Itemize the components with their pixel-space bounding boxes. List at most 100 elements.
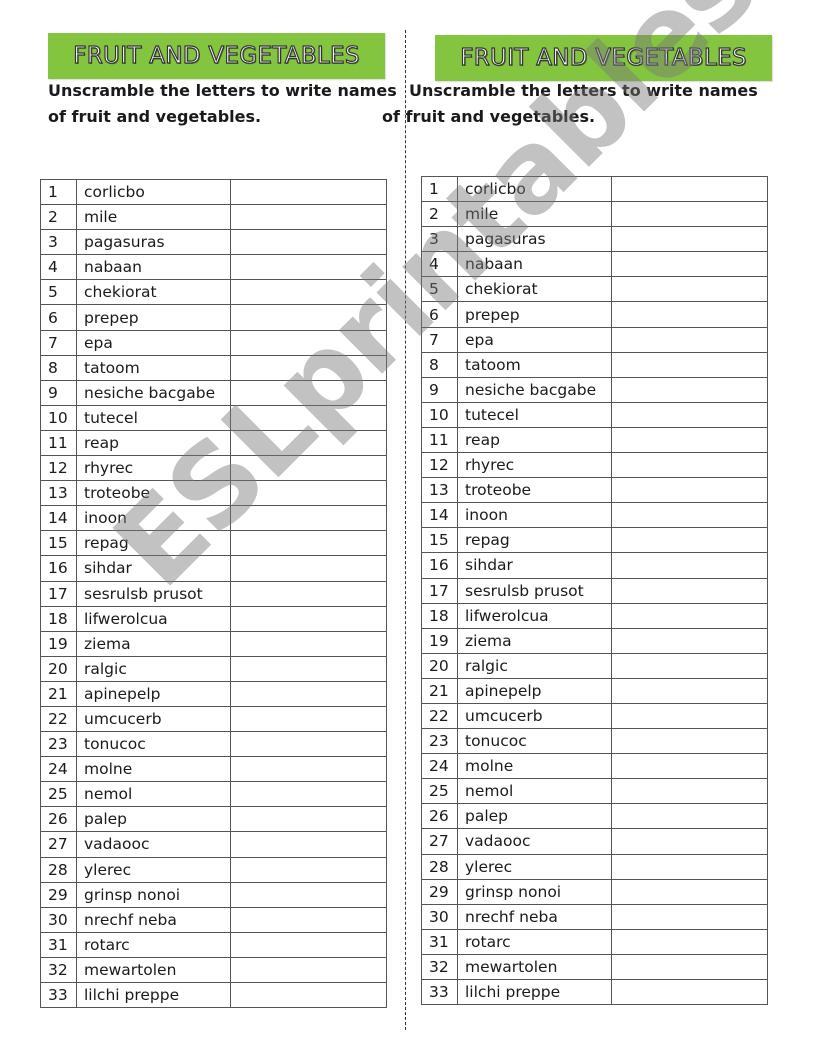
scrambled-word: epa	[457, 326, 612, 353]
scrambled-word: tutecel	[457, 401, 612, 428]
scrambled-word: tutecel	[76, 404, 231, 431]
answer-cell[interactable]	[230, 229, 387, 256]
answer-cell[interactable]	[230, 806, 387, 833]
answer-cell[interactable]	[611, 452, 768, 479]
answer-cell[interactable]	[230, 379, 387, 406]
item-number: 33	[421, 978, 458, 1006]
table-row: 8 tatoom	[421, 351, 768, 378]
answer-cell[interactable]	[611, 928, 768, 955]
answer-cell[interactable]	[611, 376, 768, 403]
scrambled-word: tatoom	[76, 354, 231, 381]
answer-cell[interactable]	[230, 304, 387, 331]
answer-cell[interactable]	[230, 981, 387, 1009]
answer-cell[interactable]	[230, 530, 387, 557]
table-row: 31 rotarc	[421, 928, 768, 955]
answer-cell[interactable]	[230, 731, 387, 758]
answer-cell[interactable]	[230, 856, 387, 883]
answer-cell[interactable]	[230, 605, 387, 632]
answer-cell[interactable]	[611, 602, 768, 629]
answer-cell[interactable]	[611, 803, 768, 830]
answer-cell[interactable]	[611, 426, 768, 454]
item-number: 6	[421, 301, 458, 328]
item-number: 4	[421, 251, 458, 278]
item-number: 10	[40, 404, 77, 431]
scrambled-word: rotarc	[76, 931, 231, 958]
word-table-left: 1 corlicbo 2 mile 3 pagasuras 4 nabaan 5 chekiora…	[40, 178, 387, 1009]
item-number: 12	[40, 455, 77, 482]
answer-cell[interactable]	[230, 781, 387, 808]
answer-cell[interactable]	[611, 778, 768, 805]
answer-cell[interactable]	[230, 881, 387, 908]
scrambled-word: prepep	[457, 301, 612, 328]
answer-cell[interactable]	[230, 956, 387, 984]
answer-cell[interactable]	[230, 480, 387, 507]
answer-cell[interactable]	[230, 204, 387, 231]
answer-cell[interactable]	[230, 404, 387, 431]
answer-cell[interactable]	[230, 178, 387, 206]
answer-cell[interactable]	[611, 677, 768, 704]
answer-cell[interactable]	[611, 552, 768, 579]
answer-cell[interactable]	[611, 251, 768, 278]
answer-cell[interactable]	[611, 577, 768, 604]
answer-cell[interactable]	[611, 728, 768, 755]
answer-cell[interactable]	[230, 505, 387, 532]
answer-cell[interactable]	[611, 276, 768, 303]
answer-cell[interactable]	[611, 477, 768, 504]
answer-cell[interactable]	[611, 853, 768, 880]
item-number: 17	[40, 580, 77, 607]
answer-cell[interactable]	[230, 705, 387, 733]
scrambled-word: prepep	[76, 304, 231, 331]
answer-cell[interactable]	[230, 580, 387, 607]
answer-cell[interactable]	[230, 680, 387, 707]
answer-cell[interactable]	[611, 878, 768, 905]
answer-cell[interactable]	[230, 831, 387, 858]
answer-cell[interactable]	[230, 931, 387, 958]
scrambled-word: lifwerolcua	[76, 605, 231, 632]
answer-cell[interactable]	[611, 978, 768, 1006]
scrambled-word: nesiche bacgabe	[76, 379, 231, 406]
scrambled-word: mewartolen	[76, 956, 231, 984]
answer-cell[interactable]	[230, 756, 387, 783]
answer-cell[interactable]	[611, 702, 768, 730]
answer-cell[interactable]	[611, 527, 768, 554]
scrambled-word: corlicbo	[76, 178, 231, 206]
answer-cell[interactable]	[611, 502, 768, 529]
scrambled-word: umcucerb	[457, 702, 612, 730]
answer-cell[interactable]	[611, 828, 768, 855]
answer-cell[interactable]	[230, 329, 387, 356]
answer-cell[interactable]	[230, 455, 387, 482]
answer-cell[interactable]	[611, 226, 768, 253]
answer-cell[interactable]	[230, 279, 387, 306]
instruction-line-1: Unscramble the letters to write names	[409, 81, 758, 100]
scrambled-word: grinsp nonoi	[457, 878, 612, 905]
answer-cell[interactable]	[611, 351, 768, 378]
answer-cell[interactable]	[230, 655, 387, 682]
answer-cell[interactable]	[230, 429, 387, 457]
answer-cell[interactable]	[230, 555, 387, 582]
answer-cell[interactable]	[230, 354, 387, 381]
item-number: 4	[40, 254, 77, 281]
scrambled-word: pagasuras	[457, 226, 612, 253]
answer-cell[interactable]	[611, 175, 768, 203]
item-number: 13	[40, 480, 77, 507]
scrambled-word: nrechf neba	[457, 903, 612, 930]
answer-cell[interactable]	[611, 201, 768, 228]
item-number: 1	[421, 175, 458, 203]
answer-cell[interactable]	[230, 906, 387, 933]
table-row: 28 ylerec	[421, 853, 768, 880]
answer-cell[interactable]	[611, 652, 768, 679]
answer-cell[interactable]	[611, 401, 768, 428]
answer-cell[interactable]	[611, 953, 768, 981]
table-row: 13 troteobe	[40, 480, 387, 507]
answer-cell[interactable]	[230, 630, 387, 657]
answer-cell[interactable]	[611, 627, 768, 654]
table-row: 28 ylerec	[40, 856, 387, 883]
answer-cell[interactable]	[611, 301, 768, 328]
answer-cell[interactable]	[611, 903, 768, 930]
table-row: 6 prepep	[40, 304, 387, 331]
answer-cell[interactable]	[230, 254, 387, 281]
answer-cell[interactable]	[611, 326, 768, 353]
answer-cell[interactable]	[611, 753, 768, 780]
table-row: 24 molne	[40, 756, 387, 783]
item-number: 18	[40, 605, 77, 632]
